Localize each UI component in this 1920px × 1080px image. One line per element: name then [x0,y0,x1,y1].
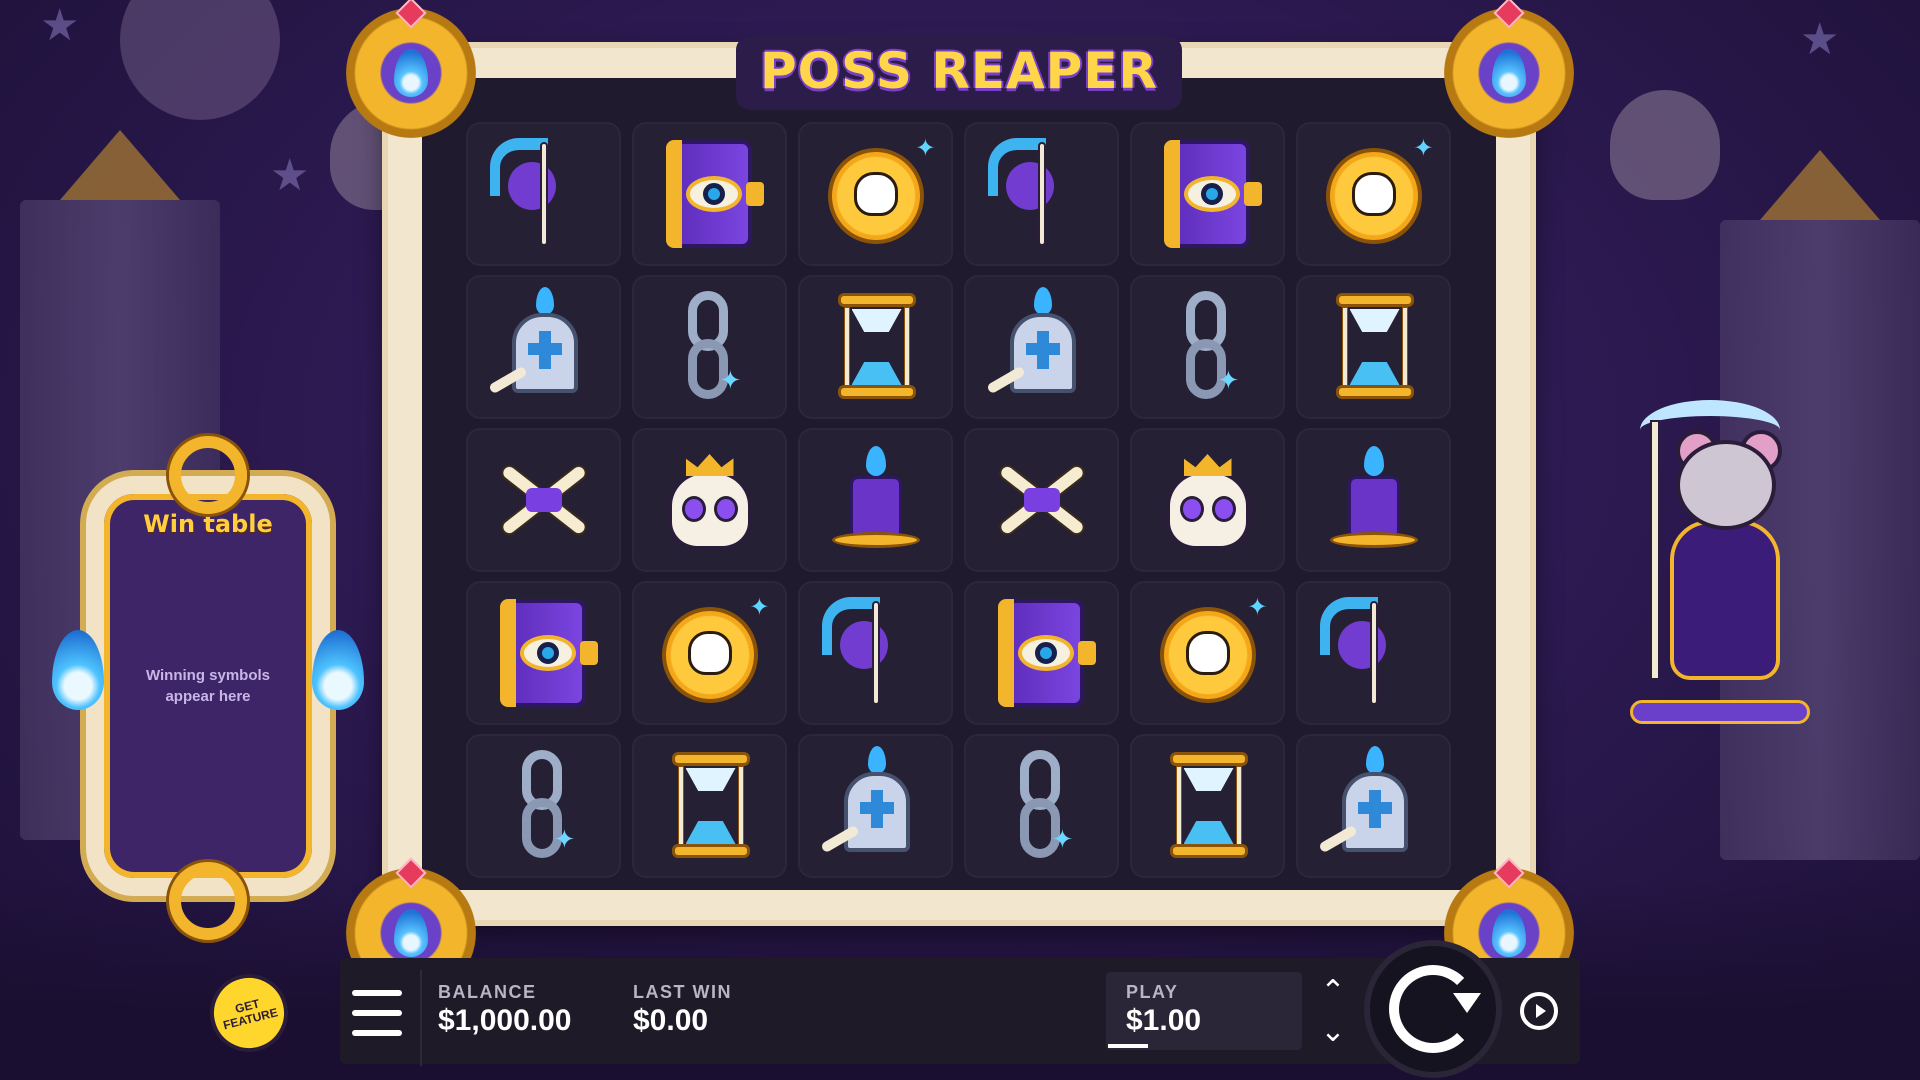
star-icon: ★ [40,1,80,50]
win-table-placeholder: Winning symbols appear here [145,667,271,705]
hourglass-icon [1314,287,1434,407]
reel-grid: ✦ ✦ ✦ ✦ ✦ ✦ ✦ ✦ [466,122,1451,878]
spin-icon [1389,965,1481,1053]
moon [120,0,280,120]
reel-cell[interactable]: ✦ [466,734,621,878]
skull-coin-icon: ✦ [650,593,770,713]
reel-cell[interactable] [798,275,953,419]
last-win-value: $0.00 [633,1004,709,1037]
reel-cell[interactable] [1130,428,1285,572]
bet-indicator [1108,1044,1148,1048]
tombstone-icon [816,746,936,866]
reel-cell[interactable] [466,428,621,572]
balance-label: BALANCE [438,982,537,1002]
reel-cell[interactable] [798,428,953,572]
crowned-skull-icon [1148,440,1268,560]
pillar-top [60,130,180,200]
scythe-icon [1314,593,1434,713]
reel-cell[interactable]: ✦ [632,275,787,419]
reel-cell[interactable]: ✦ [1296,122,1451,266]
mascot-head [1676,440,1776,530]
tombstone-icon [982,287,1102,407]
scythe-icon [816,593,936,713]
hourglass-icon [816,287,936,407]
star-icon: ★ [270,151,310,200]
ring-ornament-icon [169,436,247,514]
reel-cell[interactable]: ✦ [964,734,1119,878]
play-value: $1.00 [1126,1004,1202,1037]
reel-cell[interactable] [964,428,1119,572]
scythe-icon [484,134,604,254]
spin-button[interactable] [1370,946,1496,1072]
reaper-possum-mascot [1620,400,1820,740]
reel-cell[interactable] [1296,275,1451,419]
eye-book-icon [484,593,604,713]
reel-cell[interactable] [964,581,1119,725]
reel-cell[interactable] [1296,581,1451,725]
reel-cell[interactable]: ✦ [1130,275,1285,419]
hourglass-icon [1148,746,1268,866]
reel-cell[interactable] [466,581,621,725]
reel-cell[interactable] [466,122,621,266]
reel-cell[interactable] [1130,122,1285,266]
tombstone-icon [484,287,604,407]
autoplay-icon[interactable] [1520,992,1558,1030]
reel-cell[interactable]: ✦ [632,581,787,725]
candle-icon [816,440,936,560]
skull-coin-icon: ✦ [816,134,936,254]
reel-cell[interactable] [798,734,953,878]
chain-icon: ✦ [982,746,1102,866]
balance-value: $1,000.00 [438,1004,572,1037]
hamburger-menu-icon[interactable] [352,990,402,1036]
reel-cell[interactable] [964,275,1119,419]
eye-book-icon [650,134,770,254]
play-label: PLAY [1126,982,1179,1002]
reel-cell[interactable]: ✦ [798,122,953,266]
pillar-top [1760,150,1880,220]
bet-increase-chevron-up-icon[interactable]: ⌃ [1318,975,1348,1008]
reel-cell[interactable] [466,275,621,419]
candle-icon [1314,440,1434,560]
chain-icon: ✦ [484,746,604,866]
win-table-inner: Winning symbols appear here [104,494,312,878]
last-win-label: LAST WIN [633,982,732,1002]
background-skull [1610,90,1720,200]
divider [420,970,422,1066]
reel-cell[interactable] [1296,734,1451,878]
skull-coin-icon: ✦ [1314,134,1434,254]
star-icon: ★ [1800,15,1840,64]
ring-ornament-icon [169,862,247,940]
hourglass-icon [650,746,770,866]
bet-decrease-chevron-down-icon[interactable]: ⌄ [1318,1015,1348,1048]
eye-book-icon [1148,134,1268,254]
reel-cell[interactable] [1130,734,1285,878]
eye-book-icon [982,593,1102,713]
crossed-bones-icon [484,440,604,560]
scythe-icon [982,134,1102,254]
mascot-scythe-pole [1650,420,1660,680]
win-table-panel: Winning symbols appear here Win table [86,436,330,940]
get-feature-button[interactable]: GET FEATURE [201,965,297,1061]
mascot-progress-base [1630,700,1810,724]
get-feature-label: GET FEATURE [221,996,280,1033]
reel-cell[interactable] [798,581,953,725]
win-table-title: Win table [143,510,273,538]
chain-icon: ✦ [650,287,770,407]
reel-cell[interactable] [1296,428,1451,572]
game-title: POSS REAPER [760,42,1158,100]
chain-icon: ✦ [1148,287,1268,407]
reel-cell[interactable] [632,122,787,266]
crowned-skull-icon [650,440,770,560]
mascot-robe [1670,520,1780,680]
crossed-bones-icon [982,440,1102,560]
tombstone-icon [1314,746,1434,866]
reel-cell[interactable]: ✦ [1130,581,1285,725]
game-logo: POSS REAPER [736,36,1182,110]
frame-corner-flame-icon [346,0,476,138]
frame-corner-flame-icon [1444,0,1574,138]
reel-cell[interactable] [964,122,1119,266]
skull-coin-icon: ✦ [1148,593,1268,713]
reel-cell[interactable] [632,734,787,878]
reel-cell[interactable] [632,428,787,572]
